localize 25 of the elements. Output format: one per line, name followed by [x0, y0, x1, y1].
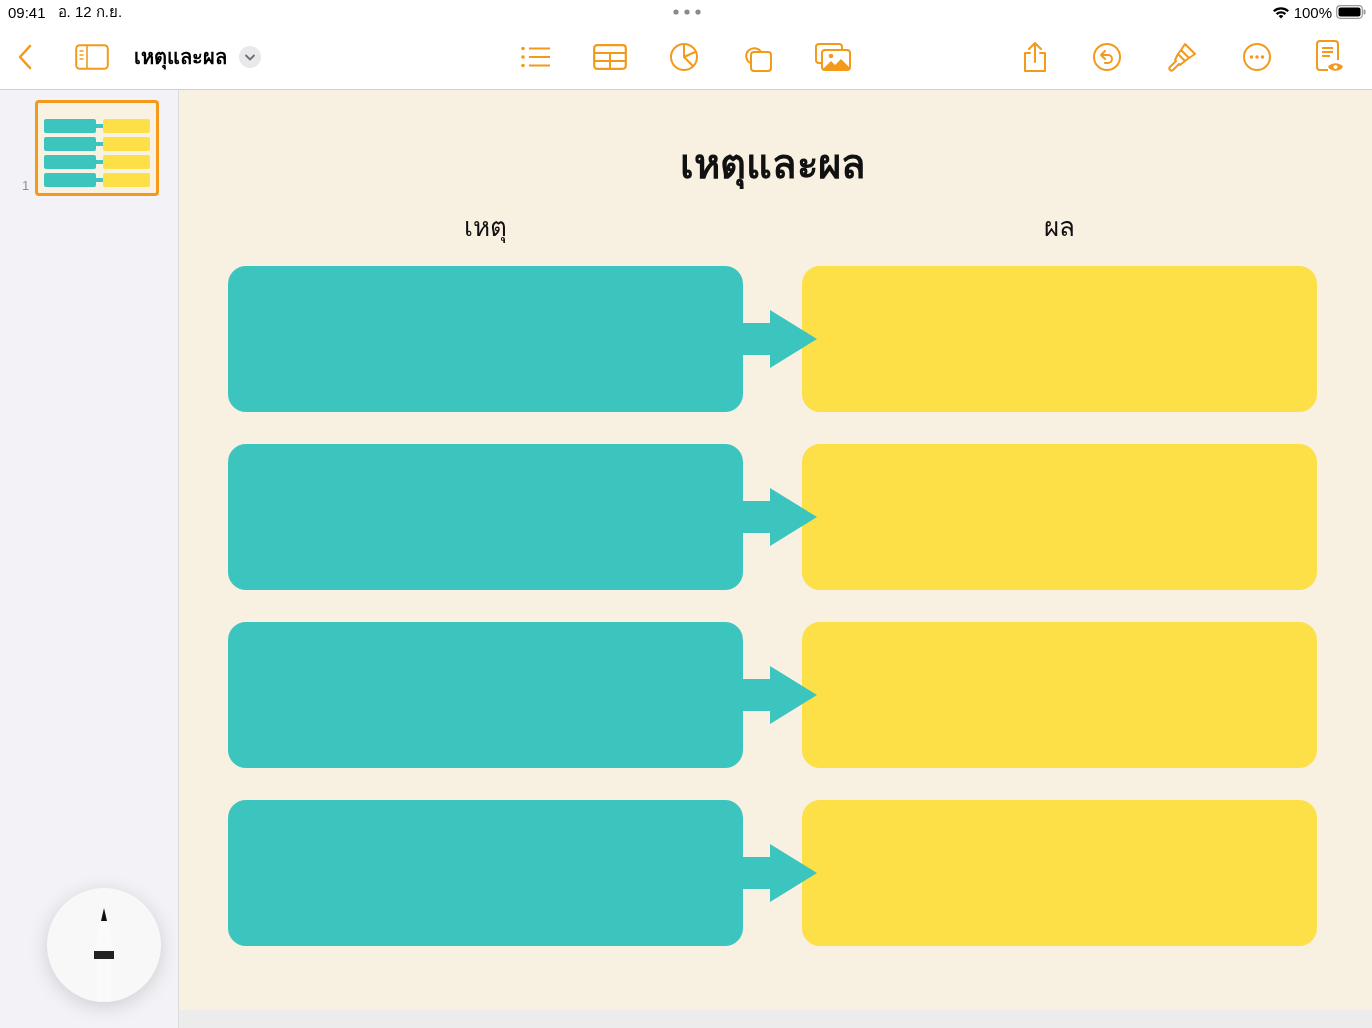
status-time: 09:41 [8, 3, 46, 21]
battery-icon [1336, 5, 1366, 19]
table-icon[interactable] [593, 43, 627, 70]
back-icon[interactable] [18, 43, 32, 70]
more-icon[interactable] [1242, 41, 1272, 72]
battery-percent: 100% [1293, 3, 1332, 21]
slide-title: เหตุและผล [228, 90, 1318, 210]
pencil-icon [92, 908, 116, 1002]
undo-icon[interactable] [1092, 41, 1122, 72]
sidebar-icon[interactable] [75, 43, 109, 70]
list-icon[interactable] [521, 45, 551, 68]
multitasking-dots-icon[interactable] [673, 9, 701, 15]
chevron-down-icon[interactable] [239, 45, 261, 68]
slide-thumbnail[interactable] [35, 100, 160, 196]
slide-number: 1 [22, 178, 30, 195]
paintbrush-icon[interactable] [1166, 40, 1198, 73]
column-heading: เหตุ [463, 211, 508, 245]
share-icon[interactable] [1022, 40, 1048, 73]
document-title[interactable]: เหตุและผล [134, 40, 227, 73]
column-heading: ผล [1043, 211, 1076, 244]
pie-chart-icon[interactable] [669, 41, 699, 72]
photo-icon[interactable] [815, 42, 851, 71]
document-preview-icon[interactable] [1316, 39, 1344, 74]
status-date: อ. 12 ก.ย. [57, 2, 123, 22]
wifi-icon [1271, 5, 1290, 19]
